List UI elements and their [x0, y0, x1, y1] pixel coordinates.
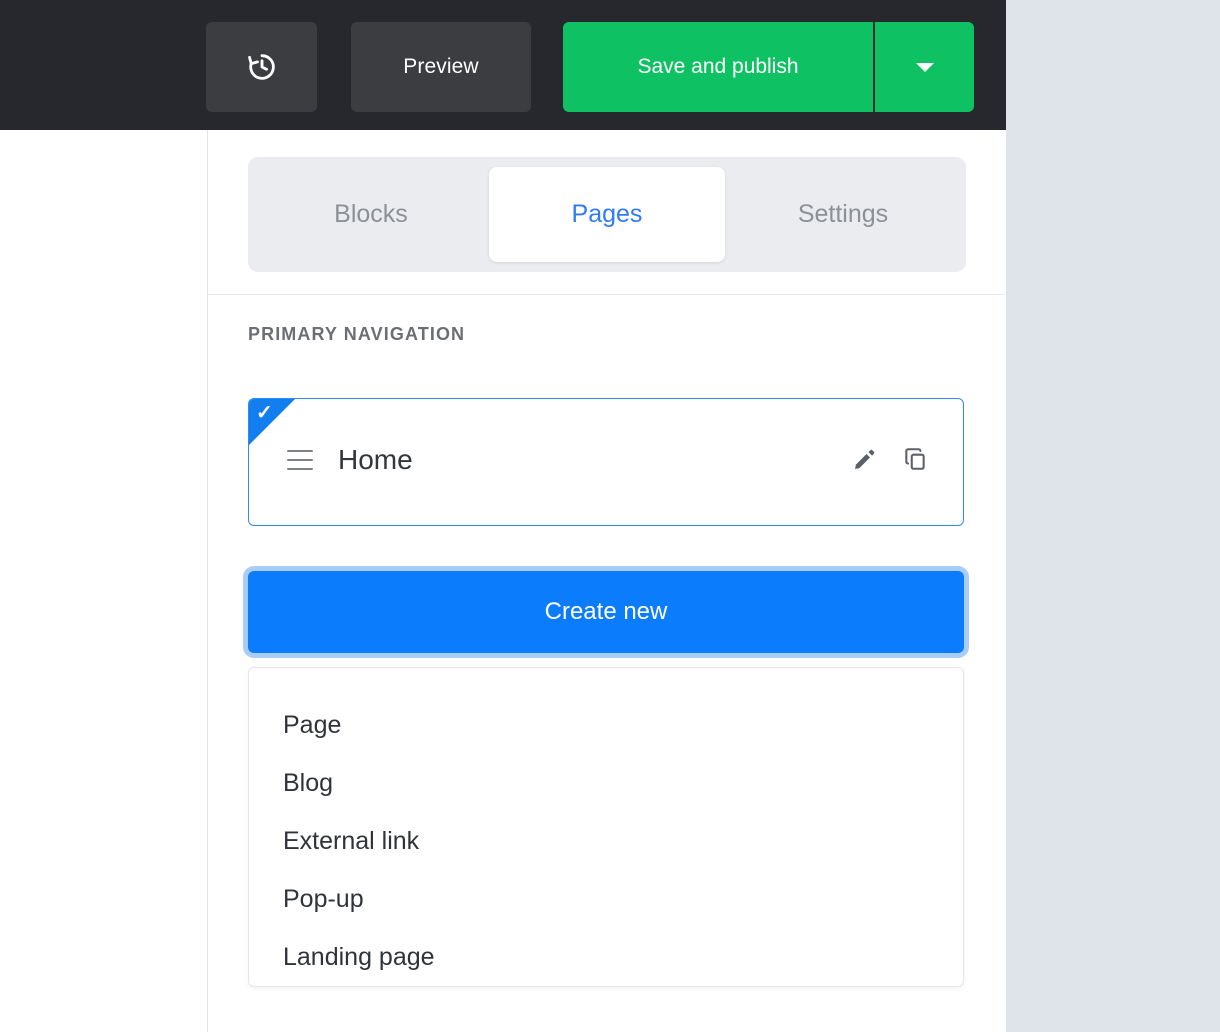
history-restore-icon	[245, 50, 279, 84]
menu-item-page[interactable]: Page	[249, 696, 963, 754]
page-list-item-home[interactable]: ✓ Home	[248, 398, 964, 526]
create-new-button[interactable]: Create new	[248, 571, 964, 653]
check-icon: ✓	[256, 403, 273, 423]
tab-blocks[interactable]: Blocks	[253, 167, 489, 262]
pencil-icon	[852, 446, 878, 475]
page-title: PRIMARY NAVIGATION	[248, 324, 465, 345]
side-panel: Blocks Pages Settings PRIMARY NAVIGATION…	[208, 130, 1006, 1032]
menu-item-external-link[interactable]: External link	[249, 812, 963, 870]
edit-page-button[interactable]	[847, 442, 883, 478]
tab-settings[interactable]: Settings	[725, 167, 961, 262]
drag-handle-icon[interactable]	[287, 450, 313, 470]
duplicate-page-button[interactable]	[897, 442, 933, 478]
save-and-publish-button[interactable]: Save and publish	[563, 22, 873, 112]
top-toolbar: Preview Save and publish	[0, 0, 1006, 130]
panel-tab-bar: Blocks Pages Settings	[248, 157, 966, 272]
preview-button[interactable]: Preview	[351, 22, 531, 112]
copy-icon	[902, 446, 928, 475]
history-button[interactable]	[206, 22, 317, 112]
menu-item-pop-up[interactable]: Pop-up	[249, 870, 963, 928]
menu-item-landing-page[interactable]: Landing page	[249, 928, 963, 986]
tab-pages[interactable]: Pages	[489, 167, 725, 262]
create-new-menu: Page Blog External link Pop-up Landing p…	[248, 667, 964, 987]
menu-item-blog[interactable]: Blog	[249, 754, 963, 812]
chevron-down-icon	[916, 63, 934, 72]
tabbar-bottom-divider	[208, 294, 1006, 295]
editor-shell: Preview Save and publish Blocks Pages Se…	[0, 0, 1006, 1032]
publish-button-group: Save and publish	[563, 22, 974, 112]
publish-dropdown-button[interactable]	[875, 22, 974, 112]
page-item-label: Home	[338, 440, 413, 480]
